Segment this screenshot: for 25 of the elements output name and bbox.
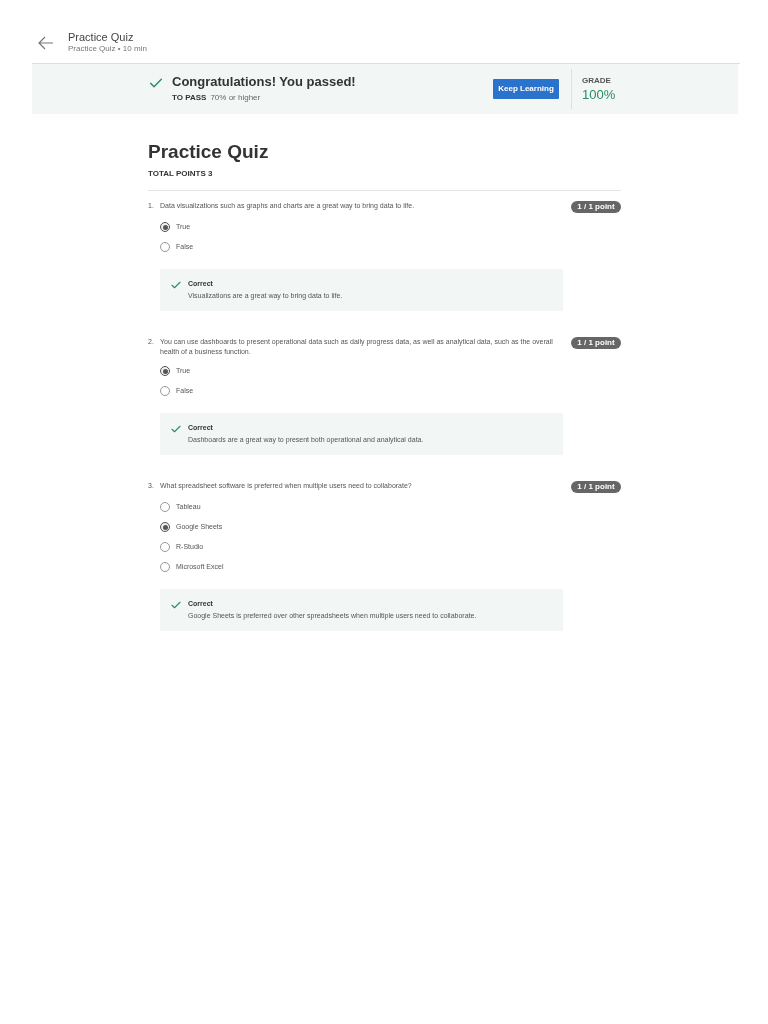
radio-button[interactable]	[160, 242, 170, 252]
back-button[interactable]	[38, 36, 54, 50]
check-icon	[170, 599, 182, 611]
radio-button[interactable]	[160, 522, 170, 532]
radio-button[interactable]	[160, 562, 170, 572]
keep-learning-button[interactable]: Keep Learning	[493, 79, 559, 99]
score-badge: 1 / 1 point	[571, 481, 621, 493]
page-title: Practice Quiz	[68, 30, 135, 44]
check-icon	[170, 423, 182, 435]
pass-value: 70% or higher	[210, 92, 261, 104]
result-message: Congratulations! You passed!	[172, 74, 356, 90]
radio-button[interactable]	[160, 542, 170, 552]
score-badge: 1 / 1 point	[571, 201, 621, 213]
score-badge: 1 / 1 point	[571, 337, 621, 349]
radio-button[interactable]	[160, 502, 170, 512]
total-points: TOTAL POINTS 3	[148, 168, 621, 191]
radio-button[interactable]	[160, 366, 170, 376]
check-icon	[170, 279, 182, 291]
grade-label: GRADE	[582, 75, 612, 87]
pass-label: TO PASS	[172, 92, 207, 104]
radio-button[interactable]	[160, 386, 170, 396]
quiz-title: Practice Quiz	[148, 140, 270, 164]
page-subtitle: Practice Quiz • 10 min	[68, 44, 147, 54]
radio-button[interactable]	[160, 222, 170, 232]
grade-value: 100%	[582, 87, 617, 103]
